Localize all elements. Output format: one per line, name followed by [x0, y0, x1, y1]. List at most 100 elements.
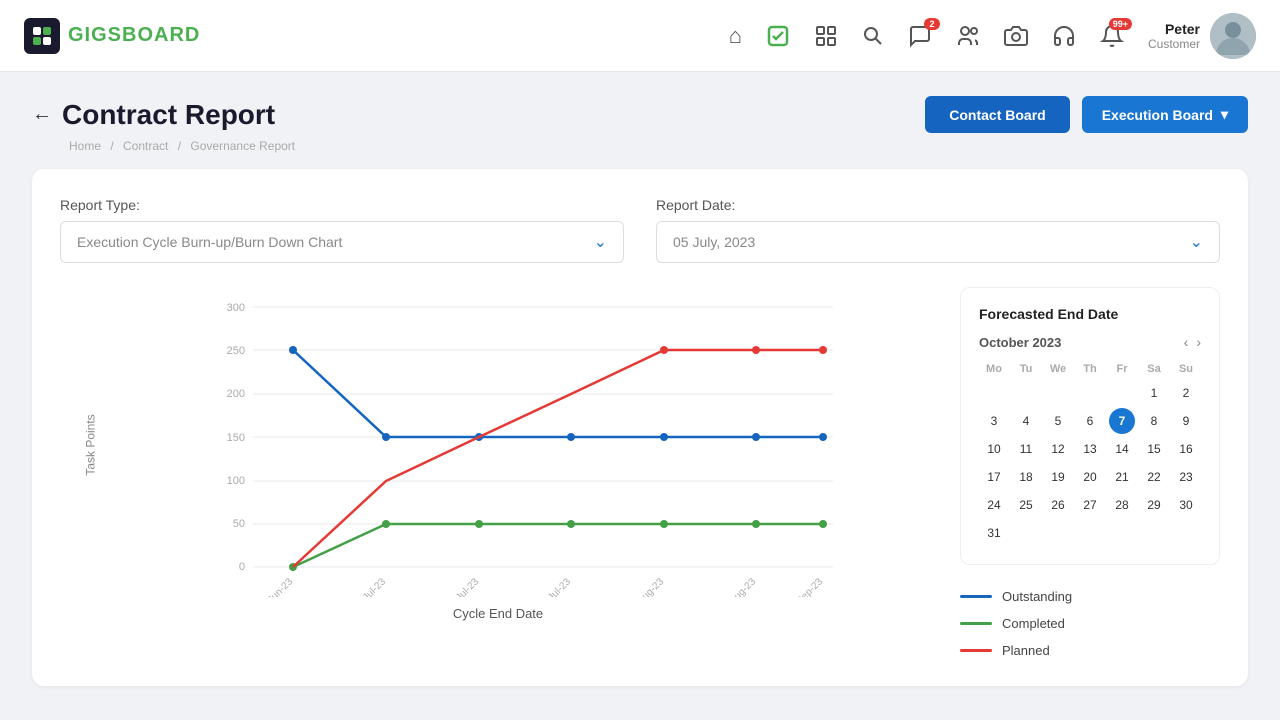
cal-day[interactable]: 4	[1013, 408, 1039, 434]
form-row: Report Type: Execution Cycle Burn-up/Bur…	[60, 197, 1220, 263]
legend-planned: Planned	[960, 643, 1220, 658]
search-icon[interactable]	[862, 25, 884, 47]
calendar-month: October 2023	[979, 335, 1061, 350]
chart-area: Task Points 300 250 200	[60, 287, 936, 658]
report-date-select[interactable]: 05 July, 2023 ⌄	[656, 221, 1220, 263]
cal-day[interactable]: 10	[981, 436, 1007, 462]
svg-text:11-Sep-23: 11-Sep-23	[785, 576, 826, 597]
next-month-button[interactable]: ›	[1196, 334, 1201, 350]
page-title: Contract Report	[62, 99, 275, 131]
people-icon[interactable]	[956, 24, 980, 48]
legend-completed: Completed	[960, 616, 1220, 631]
cal-day[interactable]: 26	[1045, 492, 1071, 518]
dow-sa: Sa	[1139, 360, 1169, 378]
legend-line-outstanding	[960, 595, 992, 598]
legend-label-completed: Completed	[1002, 616, 1065, 631]
cal-day[interactable]: 30	[1173, 492, 1199, 518]
svg-text:100: 100	[227, 475, 245, 487]
cal-day[interactable]: 19	[1045, 464, 1071, 490]
nav-icons: ⌂ 2 99+	[729, 23, 1124, 49]
calendar-nav: ‹ ›	[1184, 334, 1201, 350]
svg-text:31-Jul-23: 31-Jul-23	[536, 576, 574, 597]
notification-icon[interactable]: 99+	[1100, 24, 1124, 48]
calendar-title: Forecasted End Date	[979, 306, 1201, 322]
cal-day[interactable]: 11	[1013, 436, 1039, 462]
prev-month-button[interactable]: ‹	[1184, 334, 1189, 350]
legend-outstanding: Outstanding	[960, 589, 1220, 604]
svg-text:03-Jul-23: 03-Jul-23	[351, 576, 389, 597]
chevron-down-icon: ▾	[1221, 106, 1228, 123]
cal-day-today[interactable]: 7	[1109, 408, 1135, 434]
report-type-select[interactable]: Execution Cycle Burn-up/Burn Down Chart …	[60, 221, 624, 263]
chat-badge: 2	[924, 18, 940, 30]
cal-day[interactable]: 21	[1109, 464, 1135, 490]
page-header: ← Contract Report Contact Board Executio…	[32, 96, 1248, 133]
cal-day[interactable]: 13	[1077, 436, 1103, 462]
user-area[interactable]: Peter Customer	[1148, 13, 1256, 59]
report-date-label: Report Date:	[656, 197, 1220, 213]
cal-day[interactable]: 31	[981, 520, 1007, 546]
cal-day[interactable]: 28	[1109, 492, 1135, 518]
contact-board-button[interactable]: Contact Board	[925, 96, 1069, 133]
legend-line-completed	[960, 622, 992, 625]
cal-day[interactable]: 5	[1045, 408, 1071, 434]
home-icon[interactable]: ⌂	[729, 23, 742, 49]
calendar-grid: Mo Tu We Th Fr Sa Su 1 2	[979, 360, 1201, 546]
camera-icon[interactable]	[1004, 24, 1028, 48]
chat-icon[interactable]: 2	[908, 24, 932, 48]
cal-day[interactable]: 23	[1173, 464, 1199, 490]
cal-day-empty	[1109, 380, 1135, 406]
chart-legend: Outstanding Completed Planned	[960, 589, 1220, 658]
cal-day[interactable]: 27	[1077, 492, 1103, 518]
dow-we: We	[1043, 360, 1073, 378]
cal-day[interactable]: 29	[1141, 492, 1167, 518]
svg-text:50: 50	[233, 518, 245, 530]
svg-text:200: 200	[227, 388, 245, 400]
report-date-value: 05 July, 2023	[673, 234, 755, 250]
breadcrumb: Home / Contract / Governance Report	[66, 139, 1248, 153]
cal-day[interactable]: 1	[1141, 380, 1167, 406]
cal-day[interactable]: 2	[1173, 380, 1199, 406]
cal-day[interactable]: 6	[1077, 408, 1103, 434]
header-buttons: Contact Board Execution Board ▾	[925, 96, 1248, 133]
cal-day[interactable]: 18	[1013, 464, 1039, 490]
cal-day[interactable]: 12	[1045, 436, 1071, 462]
cal-day[interactable]: 20	[1077, 464, 1103, 490]
right-panel: Forecasted End Date October 2023 ‹ › Mo …	[960, 287, 1220, 658]
cal-day[interactable]: 14	[1109, 436, 1135, 462]
cal-day[interactable]: 8	[1141, 408, 1167, 434]
cal-day[interactable]: 3	[981, 408, 1007, 434]
cal-day[interactable]: 9	[1173, 408, 1199, 434]
cal-day[interactable]: 17	[981, 464, 1007, 490]
cal-day[interactable]: 16	[1173, 436, 1199, 462]
cal-day-empty	[1077, 380, 1103, 406]
board-icon[interactable]	[814, 24, 838, 48]
report-date-group: Report Date: 05 July, 2023 ⌄	[656, 197, 1220, 263]
cal-day[interactable]: 22	[1141, 464, 1167, 490]
user-role: Customer	[1148, 37, 1200, 51]
app-header: GIGSBOARD ⌂ 2 99+	[0, 0, 1280, 72]
cal-day[interactable]: 15	[1141, 436, 1167, 462]
headset-icon[interactable]	[1052, 24, 1076, 48]
dow-tu: Tu	[1011, 360, 1041, 378]
back-button[interactable]: ←	[32, 103, 52, 126]
x-axis-label: Cycle End Date	[60, 606, 936, 621]
cal-day-empty	[981, 380, 1007, 406]
svg-text:14-Aug-23: 14-Aug-23	[625, 576, 666, 597]
calendar-header: October 2023 ‹ ›	[979, 334, 1201, 350]
legend-line-planned	[960, 649, 992, 652]
logo-icon	[24, 18, 60, 54]
execution-board-button[interactable]: Execution Board ▾	[1082, 96, 1248, 133]
user-info: Peter Customer	[1148, 21, 1200, 51]
content-card: Report Type: Execution Cycle Burn-up/Bur…	[32, 169, 1248, 686]
task-icon[interactable]	[766, 24, 790, 48]
report-type-group: Report Type: Execution Cycle Burn-up/Bur…	[60, 197, 624, 263]
cal-day[interactable]: 25	[1013, 492, 1039, 518]
svg-text:17-Jul-23: 17-Jul-23	[444, 576, 482, 597]
svg-text:250: 250	[227, 345, 245, 357]
svg-text:150: 150	[227, 432, 245, 444]
dow-fr: Fr	[1107, 360, 1137, 378]
avatar	[1210, 13, 1256, 59]
y-axis-label: Task Points	[84, 414, 98, 475]
cal-day[interactable]: 24	[981, 492, 1007, 518]
